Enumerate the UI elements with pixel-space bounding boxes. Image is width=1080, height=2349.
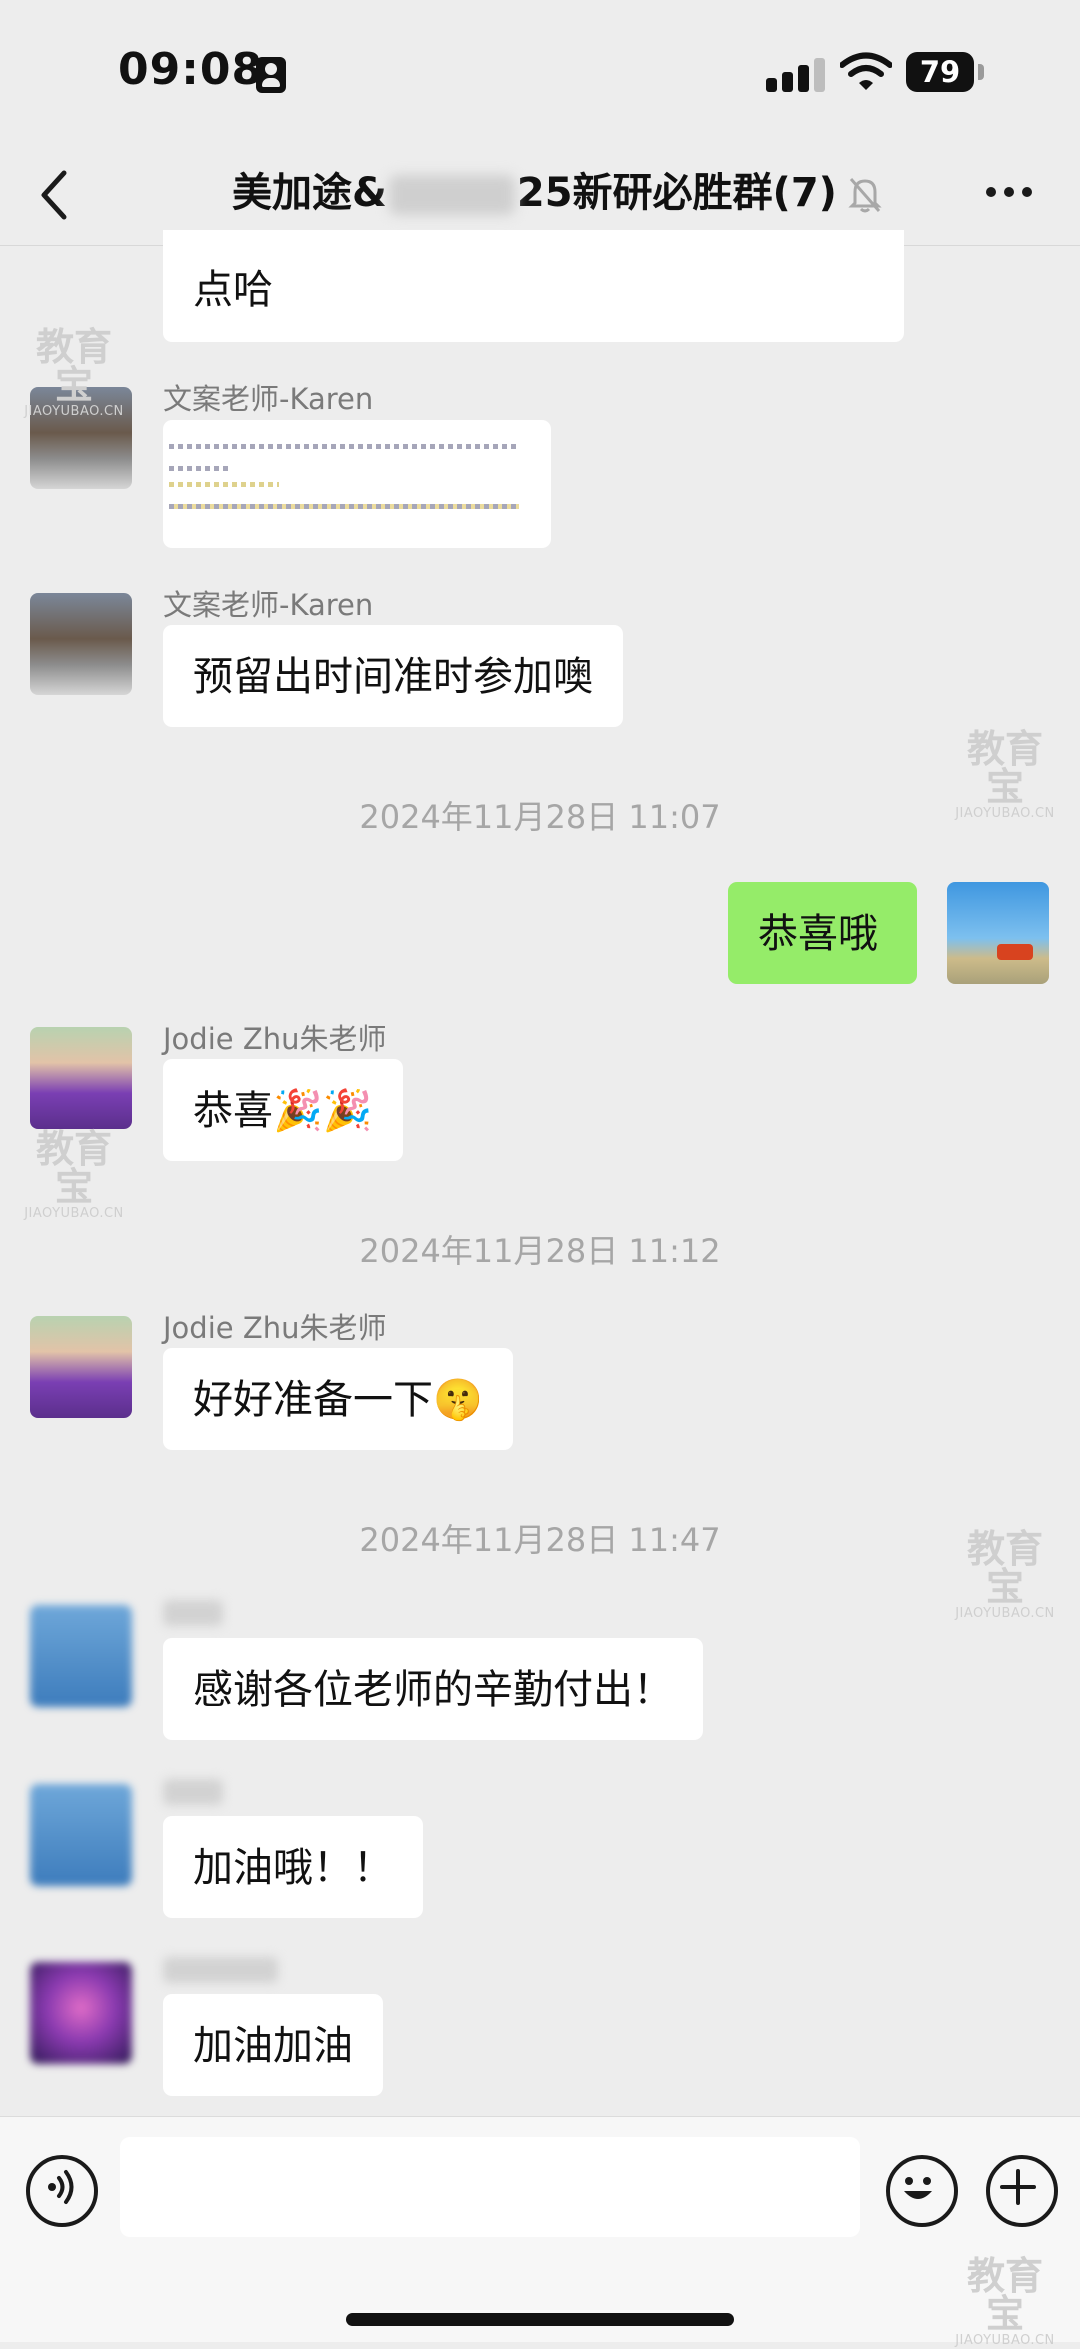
blurred-sender-name <box>163 1779 223 1805</box>
message-text: 加油加油 <box>193 2023 353 2069</box>
sender-name: Jodie Zhu朱老师 <box>163 1311 387 1345</box>
blurred-preview-line <box>169 504 519 509</box>
watermark: 教育宝 JIAOYUBAO.CN <box>955 2254 1055 2348</box>
message-text: 好好准备一下🤫 <box>193 1377 483 1423</box>
more-icon[interactable] <box>984 185 1034 199</box>
wifi-icon <box>840 52 892 90</box>
avatar[interactable] <box>30 593 132 695</box>
watermark: 教育宝 JIAOYUBAO.CN <box>24 325 124 419</box>
message-bubble[interactable]: 预留出时间准时参加噢 <box>163 625 623 727</box>
sender-name: Jodie Zhu朱老师 <box>163 1022 387 1056</box>
emoji-icon[interactable] <box>886 2155 958 2227</box>
status-time: 09:08 <box>118 44 264 95</box>
document-preview-message[interactable] <box>163 420 551 548</box>
message-bubble[interactable]: 好好准备一下🤫 <box>163 1348 513 1450</box>
blurred-preview-line <box>169 482 279 487</box>
message-text: 预留出时间准时参加噢 <box>193 654 593 700</box>
timestamp: 2024年11月28日 11:12 <box>359 1232 721 1270</box>
watermark: 教育宝 JIAOYUBAO.CN <box>24 1127 124 1221</box>
avatar[interactable] <box>30 1962 132 2064</box>
message-text: 恭喜哦 <box>758 911 878 957</box>
blurred-sender-name <box>163 1600 223 1626</box>
avatar[interactable] <box>30 1605 132 1707</box>
watermark: 教育宝 JIAOYUBAO.CN <box>955 1527 1055 1621</box>
avatar[interactable] <box>30 1027 132 1129</box>
home-indicator[interactable] <box>346 2313 734 2326</box>
avatar[interactable] <box>30 1784 132 1886</box>
message-bubble[interactable]: 加油哦！！ <box>163 1816 423 1918</box>
message-text: 恭喜🎉🎉 <box>193 1088 373 1134</box>
chat-title[interactable]: 美加途& 25新研必胜群(7) <box>232 165 883 221</box>
blurred-name <box>388 175 515 215</box>
car-shape <box>997 944 1033 960</box>
sender-name: 文案老师-Karen <box>163 382 374 416</box>
message-text: 加油哦！！ <box>193 1845 393 1891</box>
back-icon[interactable] <box>34 167 74 223</box>
watermark: 教育宝 JIAOYUBAO.CN <box>955 727 1055 821</box>
message-input[interactable] <box>120 2137 860 2237</box>
sender-name: 文案老师-Karen <box>163 588 374 622</box>
message-text: 感谢各位老师的辛勤付出！ <box>193 1667 673 1713</box>
message-text: 点哈 <box>193 267 273 313</box>
voice-icon[interactable] <box>26 2155 98 2227</box>
id-card-icon <box>256 57 286 93</box>
self-avatar[interactable] <box>947 882 1049 984</box>
timestamp: 2024年11月28日 11:47 <box>359 1521 721 1559</box>
message-bubble[interactable]: 恭喜🎉🎉 <box>163 1059 403 1161</box>
message-bubble[interactable]: 点哈 <box>163 230 904 342</box>
message-bubble[interactable]: 加油加油 <box>163 1994 383 2096</box>
timestamp: 2024年11月28日 11:07 <box>359 798 721 836</box>
battery-level: 79 <box>906 52 974 92</box>
mute-bell-icon <box>848 178 882 213</box>
plus-icon[interactable] <box>986 2155 1058 2227</box>
message-bubble-self[interactable]: 恭喜哦 <box>728 882 917 984</box>
status-bar: 09:08 79 <box>0 0 1080 145</box>
input-bar: 教育宝 JIAOYUBAO.CN <box>0 2116 1080 2348</box>
blurred-preview-line <box>169 466 229 471</box>
chat-title-prefix: 美加途& <box>232 170 387 216</box>
avatar[interactable] <box>30 1316 132 1418</box>
message-bubble[interactable]: 感谢各位老师的辛勤付出！ <box>163 1638 703 1740</box>
cellular-signal-icon <box>766 56 836 92</box>
chat-title-suffix: 25新研必胜群(7) <box>516 170 837 216</box>
battery-cap <box>978 64 984 80</box>
blurred-preview-line <box>169 444 519 449</box>
blurred-sender-name <box>163 1957 278 1983</box>
